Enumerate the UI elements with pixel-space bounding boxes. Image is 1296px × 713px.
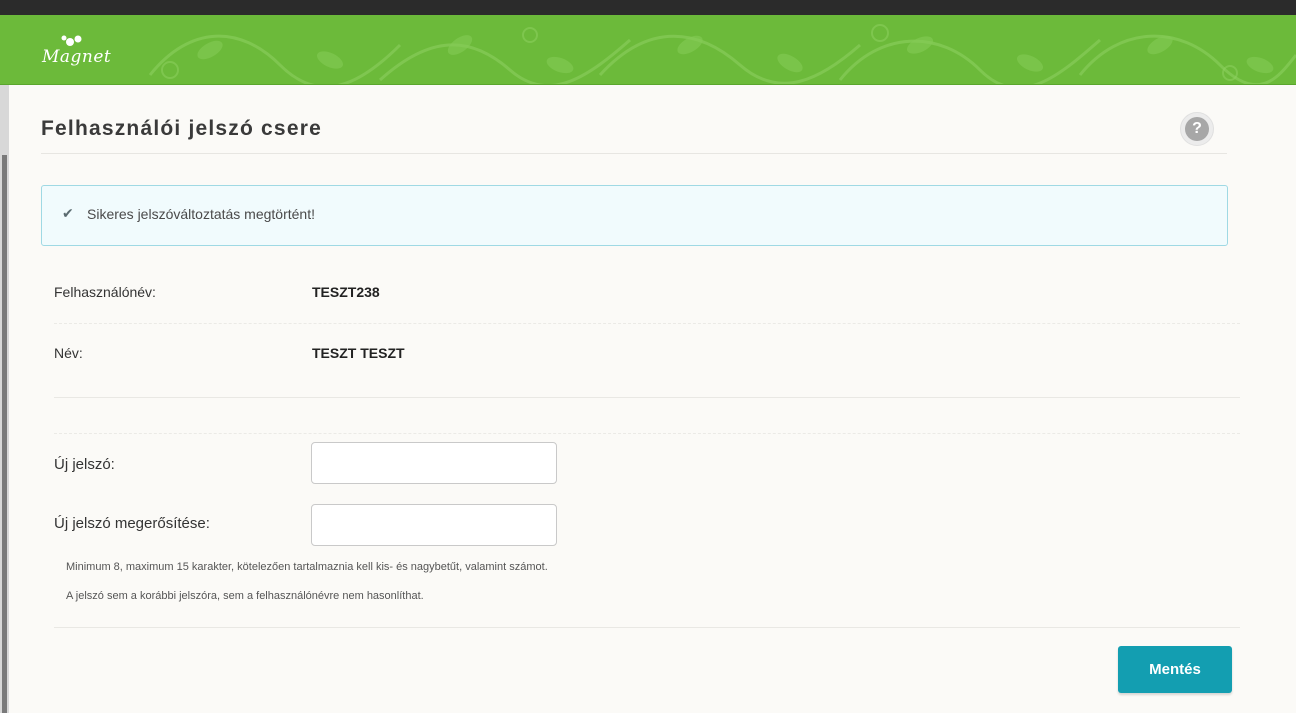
password-hint-similarity: A jelszó sem a korábbi jelszóra, sem a f… xyxy=(66,590,424,602)
section-divider xyxy=(54,397,1240,398)
save-button[interactable]: Mentés xyxy=(1118,646,1232,693)
logo-text: Magnet xyxy=(42,47,112,67)
leaf-pattern xyxy=(148,24,1296,84)
success-alert: ✔ Sikeres jelszóváltoztatás megtörtént! xyxy=(41,185,1228,246)
title-divider xyxy=(41,153,1227,154)
username-label: Felhasználónév: xyxy=(54,284,156,300)
name-label: Név: xyxy=(54,345,83,361)
name-value: TESZT TESZT xyxy=(312,345,405,361)
page-title: Felhasználói jelszó csere xyxy=(41,117,322,140)
check-icon: ✔ xyxy=(62,205,74,221)
help-button[interactable]: ? xyxy=(1180,112,1214,146)
left-scrollbar[interactable] xyxy=(0,85,9,713)
scrollbar-thumb[interactable] xyxy=(2,155,7,713)
username-value: TESZT238 xyxy=(312,284,380,300)
help-icon: ? xyxy=(1185,117,1209,141)
form-divider xyxy=(54,627,1240,628)
logo[interactable]: Magnet xyxy=(42,33,132,73)
browser-top-bar xyxy=(0,0,1296,15)
header-banner: Magnet xyxy=(0,15,1296,85)
new-password-input[interactable] xyxy=(311,442,557,484)
password-hint-rules: Minimum 8, maximum 15 karakter, kötelező… xyxy=(66,561,548,573)
row-divider xyxy=(54,433,1240,434)
row-divider xyxy=(54,323,1240,324)
confirm-password-label: Új jelszó megerősítése: xyxy=(54,515,210,532)
confirm-password-input[interactable] xyxy=(311,504,557,546)
new-password-label: Új jelszó: xyxy=(54,456,115,473)
alert-message: Sikeres jelszóváltoztatás megtörtént! xyxy=(87,206,315,222)
